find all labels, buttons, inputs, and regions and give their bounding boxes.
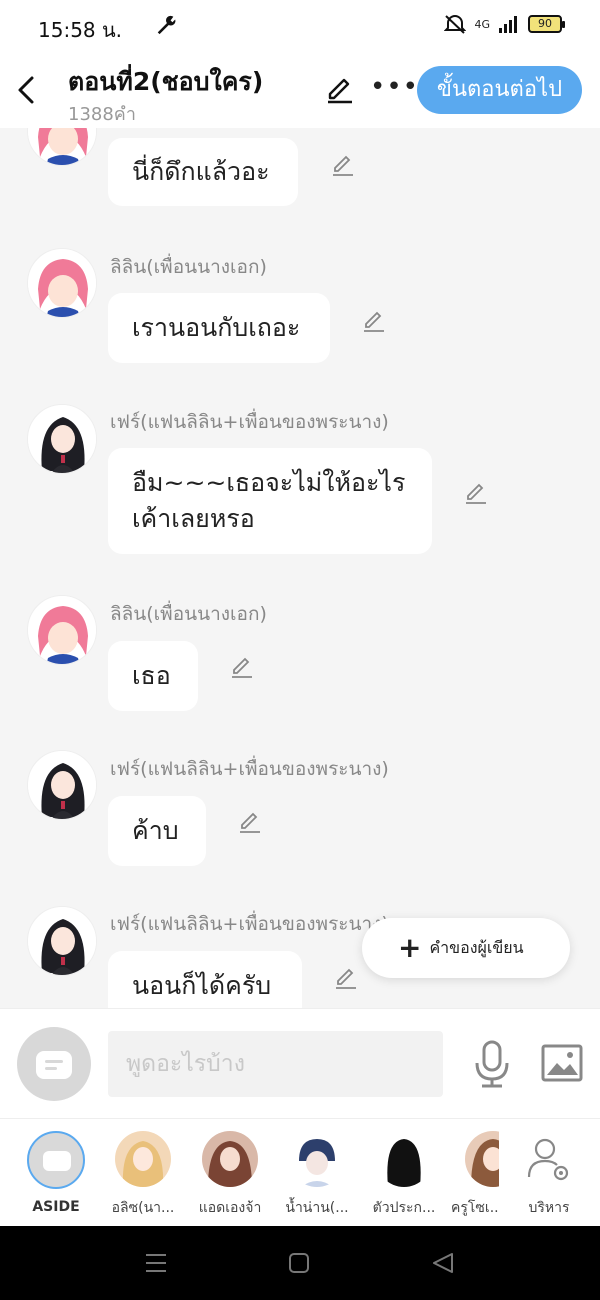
sender-name: เฟร์(แฟนลิลิน+เพื่อนของพระนาง) xyxy=(110,411,389,433)
menu-icon[interactable] xyxy=(145,1252,167,1274)
message-icon xyxy=(36,1051,72,1079)
word-count: 1388คำ xyxy=(68,104,136,125)
character-label: ตัวประก... xyxy=(372,1200,436,1216)
character-label: แอดเองจ้า xyxy=(198,1200,262,1216)
character-avatar xyxy=(202,1131,258,1187)
manage-characters-button[interactable]: บริหาร xyxy=(509,1131,589,1219)
message-input[interactable] xyxy=(108,1031,443,1097)
composer-bar xyxy=(0,1008,600,1118)
character-label: ครูโซเ... xyxy=(451,1200,499,1216)
character-label: อลิซ(นา... xyxy=(111,1200,175,1216)
dark-hair-girl-avatar[interactable] xyxy=(27,906,97,976)
character-aside[interactable]: ASIDE xyxy=(16,1131,96,1215)
aside-toggle-button[interactable] xyxy=(17,1027,91,1101)
network-type: 4G xyxy=(474,17,490,31)
battery-icon: 90 xyxy=(528,15,565,33)
battery-level: 90 xyxy=(538,17,552,30)
signal-icon xyxy=(499,16,517,33)
home-icon[interactable] xyxy=(289,1253,309,1273)
edit-message-icon[interactable] xyxy=(330,152,356,178)
character-avatar xyxy=(115,1131,171,1187)
edit-message-icon[interactable] xyxy=(463,480,489,506)
character-item[interactable]: อลิซ(นา... xyxy=(103,1131,183,1219)
character-label: บริหาร xyxy=(528,1200,570,1216)
pink-girl-avatar[interactable] xyxy=(27,595,97,665)
mute-icon xyxy=(444,15,467,34)
system-nav-bar xyxy=(0,1226,600,1300)
edit-message-icon[interactable] xyxy=(333,965,359,991)
more-options-icon[interactable]: ••• xyxy=(370,74,419,100)
sender-name: เฟร์(แฟนลิลิน+เพื่อนของพระนาง) xyxy=(110,913,389,935)
aside-avatar xyxy=(27,1131,85,1189)
edit-message-icon[interactable] xyxy=(229,654,255,680)
edit-title-icon[interactable] xyxy=(324,74,356,106)
message-bubble[interactable]: อืม~~~เธอจะไม่ให้อะไร เค้าเลยหรอ xyxy=(108,448,432,554)
image-icon[interactable] xyxy=(541,1043,583,1083)
message-bubble[interactable]: นอนก็ได้ครับ xyxy=(108,951,302,1008)
character-item[interactable]: แอดเองจ้า xyxy=(190,1131,270,1219)
chapter-header: ตอนที่2(ชอบใคร) 1388คำ ••• ขั้นตอนต่อไป xyxy=(0,52,600,128)
author-note-label: คำของผู้เขียน xyxy=(429,937,524,957)
dark-hair-girl-avatar[interactable] xyxy=(27,750,97,820)
message-bubble[interactable]: ค้าบ xyxy=(108,796,206,866)
dark-hair-girl-avatar[interactable] xyxy=(27,404,97,474)
sender-name: ลิลิน(เพื่อนนางเอก) xyxy=(110,603,267,625)
microphone-icon[interactable] xyxy=(472,1039,512,1089)
character-item[interactable]: ตัวประก... xyxy=(364,1131,444,1219)
status-bar: 15:58 น. 4G 90 xyxy=(0,0,600,52)
back-arrow-icon[interactable] xyxy=(12,72,42,108)
edit-message-icon[interactable] xyxy=(237,809,263,835)
character-item[interactable]: น้ำน่าน(... xyxy=(277,1131,357,1219)
sender-name: ลิลิน(เพื่อนนางเอก) xyxy=(110,256,267,278)
status-time: 15:58 น. xyxy=(38,18,123,42)
chapter-title: ตอนที่2(ชอบใคร) xyxy=(68,67,264,96)
next-step-button[interactable]: ขั้นตอนต่อไป xyxy=(417,66,582,114)
character-avatar xyxy=(465,1131,499,1187)
character-label: น้ำน่าน(... xyxy=(285,1200,349,1216)
message-bubble[interactable]: เรานอนกับเถอะ xyxy=(108,293,330,363)
character-selector: ASIDE อลิซ(นา... แอดเองจ้า น้ำน่าน(... ต… xyxy=(0,1118,600,1226)
status-icons: 4G 90 xyxy=(444,14,565,34)
plus-icon: + xyxy=(398,931,422,964)
message-bubble[interactable]: นี่ก็ดึกแล้วอะ xyxy=(108,138,298,206)
wrench-icon xyxy=(157,15,176,35)
character-avatar xyxy=(289,1131,345,1187)
back-nav-icon[interactable] xyxy=(432,1252,454,1274)
character-item[interactable]: ครูโซเ... xyxy=(451,1131,499,1219)
pink-girl-avatar[interactable] xyxy=(27,128,97,166)
message-bubble[interactable]: เธอ xyxy=(108,641,198,711)
author-note-button[interactable]: + คำของผู้เขียน xyxy=(362,918,570,978)
character-label: ASIDE xyxy=(32,1199,80,1215)
sender-name: เฟร์(แฟนลิลิน+เพื่อนของพระนาง) xyxy=(110,758,389,780)
chat-area[interactable]: นี่ก็ดึกแล้วอะ ลิลิน(เพื่อนนางเอก) เรานอ… xyxy=(0,128,600,1008)
manage-icon xyxy=(521,1131,577,1187)
character-avatar xyxy=(376,1131,432,1187)
edit-message-icon[interactable] xyxy=(361,308,387,334)
pink-girl-avatar[interactable] xyxy=(27,248,97,318)
